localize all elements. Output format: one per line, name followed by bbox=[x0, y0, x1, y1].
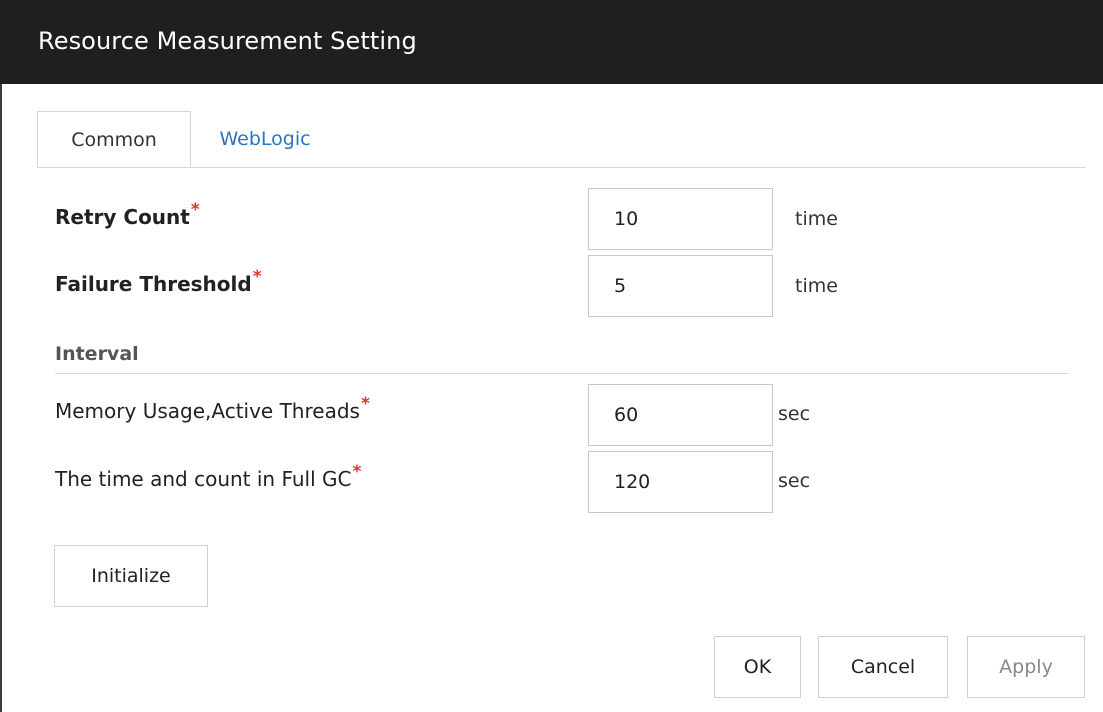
full-gc-interval-input[interactable] bbox=[588, 451, 773, 513]
failure-threshold-input[interactable] bbox=[588, 255, 773, 317]
tab-common[interactable]: Common bbox=[37, 111, 191, 168]
tab-weblogic[interactable]: WebLogic bbox=[195, 111, 335, 168]
required-asterisk: * bbox=[352, 462, 362, 482]
failure-threshold-label: Failure Threshold* bbox=[55, 267, 262, 300]
retry-count-label: Retry Count* bbox=[55, 200, 200, 233]
required-asterisk: * bbox=[190, 200, 200, 220]
title-bar[interactable]: Resource Measurement Setting bbox=[0, 0, 1103, 84]
resource-measurement-dialog: Resource Measurement Setting Common WebL… bbox=[0, 0, 1103, 712]
memory-threads-label-text: Memory Usage,Active Threads bbox=[55, 399, 360, 423]
retry-count-label-text: Retry Count bbox=[55, 205, 190, 229]
dialog-title: Resource Measurement Setting bbox=[38, 27, 417, 55]
retry-count-input[interactable] bbox=[588, 188, 773, 250]
cancel-button[interactable]: Cancel bbox=[818, 636, 948, 698]
failure-threshold-label-text: Failure Threshold bbox=[55, 272, 252, 296]
interval-heading: Interval bbox=[55, 343, 139, 365]
window-left-border bbox=[0, 84, 2, 712]
memory-threads-label: Memory Usage,Active Threads* bbox=[55, 394, 370, 427]
interval-divider bbox=[55, 373, 1069, 374]
required-asterisk: * bbox=[252, 267, 262, 287]
failure-threshold-unit: time bbox=[795, 275, 838, 297]
required-asterisk: * bbox=[360, 394, 370, 414]
full-gc-unit: sec bbox=[778, 470, 811, 492]
tab-bar: Common WebLogic bbox=[37, 111, 1086, 168]
tab-bar-divider bbox=[37, 167, 1086, 168]
initialize-button[interactable]: Initialize bbox=[54, 545, 208, 607]
memory-threads-interval-input[interactable] bbox=[588, 384, 773, 446]
ok-button[interactable]: OK bbox=[714, 636, 801, 698]
memory-threads-unit: sec bbox=[778, 403, 811, 425]
full-gc-label: The time and count in Full GC* bbox=[55, 462, 362, 495]
full-gc-label-text: The time and count in Full GC bbox=[55, 467, 352, 491]
apply-button[interactable]: Apply bbox=[967, 636, 1085, 698]
retry-count-unit: time bbox=[795, 208, 838, 230]
